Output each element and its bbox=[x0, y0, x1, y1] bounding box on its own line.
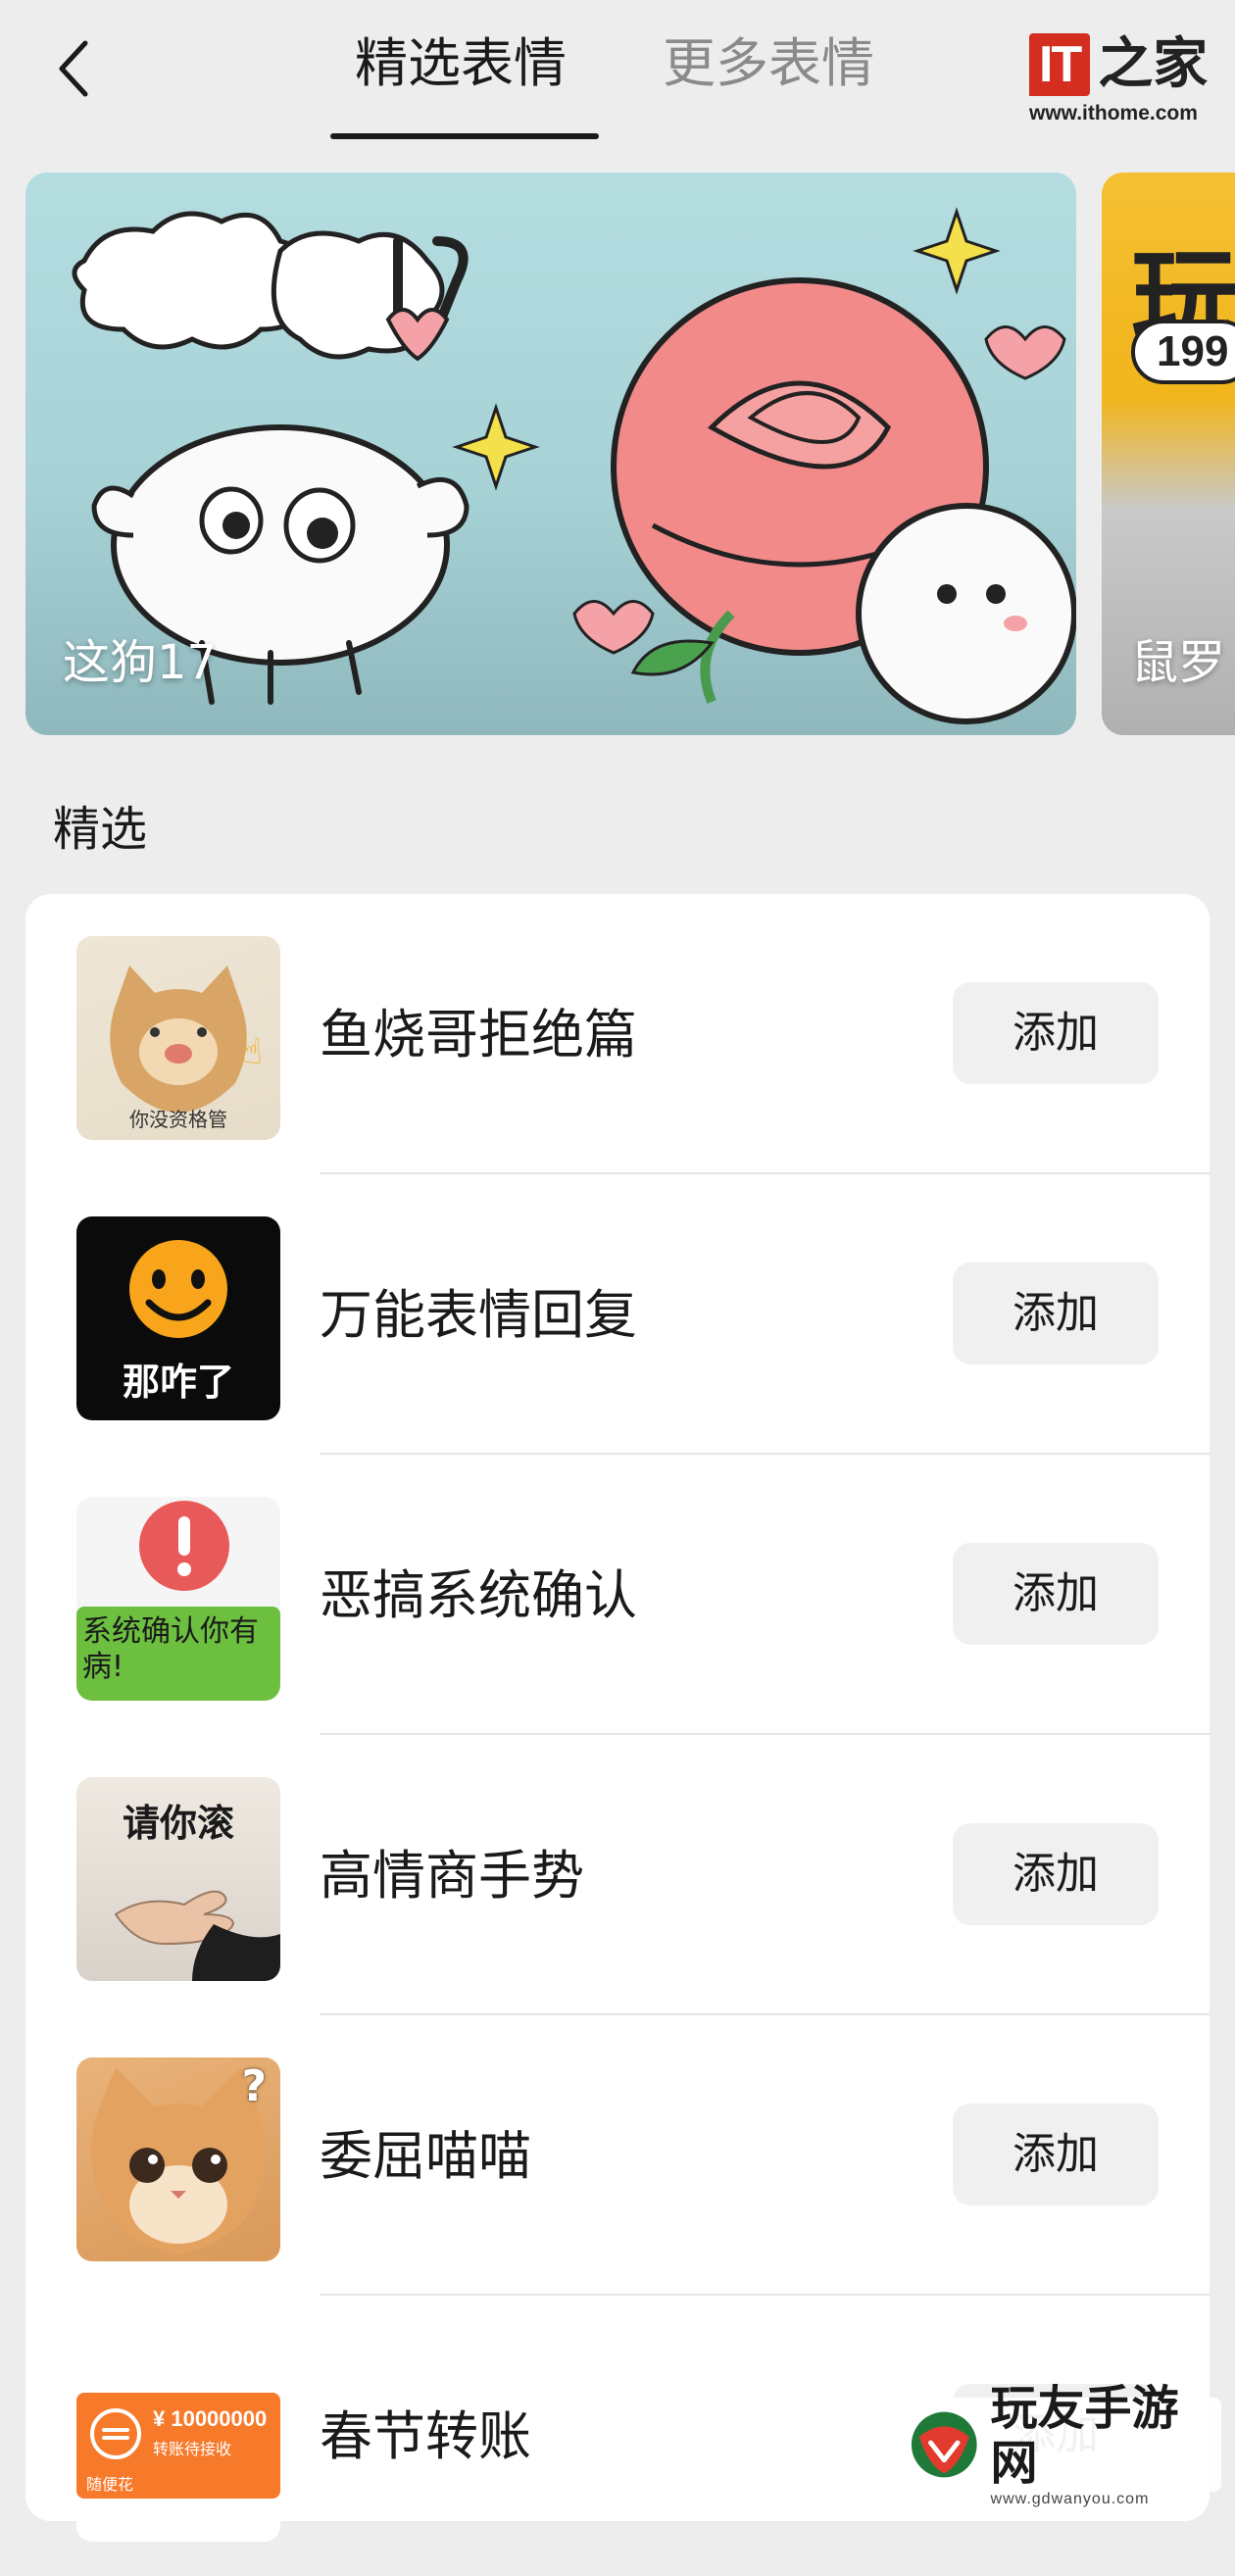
sticker-pack-list: ☝ 你没资格管 鱼烧哥拒绝篇 添加 那咋了 万能表情回复 添加 系统确认你有病!… bbox=[25, 894, 1210, 2542]
back-button[interactable] bbox=[39, 29, 108, 108]
list-item[interactable]: 请你滚 高情商手势 添加 bbox=[25, 1735, 1210, 2015]
watermark-url: www.gdwanyou.com bbox=[990, 2491, 1150, 2507]
add-button[interactable]: 添加 bbox=[953, 1823, 1159, 1925]
tab-more-stickers[interactable]: 更多表情 bbox=[663, 29, 874, 98]
banner-card-next[interactable]: 玩 199 鼠罗 bbox=[1102, 173, 1235, 735]
svg-text:☝: ☝ bbox=[241, 1032, 263, 1072]
thumbnail-caption: 系统确认你有病! bbox=[82, 1614, 259, 1684]
pack-title: 恶搞系统确认 bbox=[320, 1564, 637, 1626]
ithome-logo: IT 之家 www.ithome.com bbox=[1029, 33, 1225, 141]
brand-logo-suffix: 之家 bbox=[1098, 32, 1209, 96]
transfer-amount: ¥ 10000000 bbox=[153, 2406, 268, 2431]
transfer-card: ¥ 10000000 转账待接收 随便花 bbox=[76, 2393, 280, 2499]
thumbnail-caption: 你没资格管 bbox=[129, 1108, 227, 1131]
banner-badge: 199 bbox=[1131, 320, 1235, 384]
watermark-name: 玩友手游网 bbox=[990, 2381, 1179, 2491]
banner-card[interactable]: 这狗17 bbox=[25, 173, 1076, 735]
list-item[interactable]: 系统确认你有病! 恶搞系统确认 添加 bbox=[25, 1455, 1210, 1735]
site-watermark: 玩友手游网 www.gdwanyou.com bbox=[898, 2381, 1221, 2507]
sticker-thumbnail: ☝ 你没资格管 bbox=[76, 936, 280, 1140]
pack-title: 春节转账 bbox=[320, 2405, 531, 2467]
pack-title: 万能表情回复 bbox=[320, 1284, 637, 1346]
list-item[interactable]: 那咋了 万能表情回复 添加 bbox=[25, 1174, 1210, 1455]
pack-title: 高情商手势 bbox=[320, 1845, 584, 1907]
section-title: 精选 bbox=[53, 802, 148, 857]
transfer-footer: 随便花 bbox=[86, 2475, 134, 2494]
gdwanyou-logo-icon bbox=[911, 2411, 977, 2478]
brand-url: www.ithome.com bbox=[1029, 102, 1198, 124]
add-button[interactable]: 添加 bbox=[953, 982, 1159, 1084]
thumbnail-caption: ? bbox=[241, 2061, 267, 2111]
pack-title: 鱼烧哥拒绝篇 bbox=[320, 1004, 637, 1065]
banner-carousel[interactable]: 这狗17 玩 199 鼠罗 bbox=[25, 173, 1235, 735]
banner-title: 鼠罗 bbox=[1131, 635, 1226, 690]
chevron-left-icon bbox=[59, 40, 88, 97]
sticker-thumbnail: 请你滚 bbox=[76, 1777, 280, 1981]
brand-logo-mark: IT bbox=[1029, 33, 1091, 96]
list-item[interactable]: ? 委屈喵喵 添加 bbox=[25, 2015, 1210, 2296]
thumbnail-caption: 那咋了 bbox=[122, 1361, 234, 1404]
add-button[interactable]: 添加 bbox=[953, 2104, 1159, 2205]
transfer-status: 转账待接收 bbox=[153, 2440, 232, 2458]
sticker-thumbnail: ¥ 10000000 转账待接收 随便花 bbox=[76, 2338, 280, 2542]
tab-featured-stickers[interactable]: 精选表情 bbox=[355, 29, 567, 98]
transfer-icon bbox=[90, 2408, 141, 2459]
sticker-thumbnail: ? bbox=[76, 2057, 280, 2261]
active-tab-indicator bbox=[330, 133, 599, 139]
banner-title: 这狗17 bbox=[63, 635, 218, 690]
sticker-thumbnail: 系统确认你有病! bbox=[76, 1497, 280, 1701]
add-button[interactable]: 添加 bbox=[953, 1543, 1159, 1645]
pack-title: 委屈喵喵 bbox=[320, 2125, 531, 2187]
open-hand-icon bbox=[114, 1890, 280, 1981]
add-button[interactable]: 添加 bbox=[953, 1263, 1159, 1364]
sticker-thumbnail: 那咋了 bbox=[76, 1216, 280, 1420]
list-item[interactable]: ☝ 你没资格管 鱼烧哥拒绝篇 添加 bbox=[25, 894, 1210, 1174]
top-bar: 精选表情 更多表情 IT 之家 www.ithome.com bbox=[0, 0, 1235, 157]
